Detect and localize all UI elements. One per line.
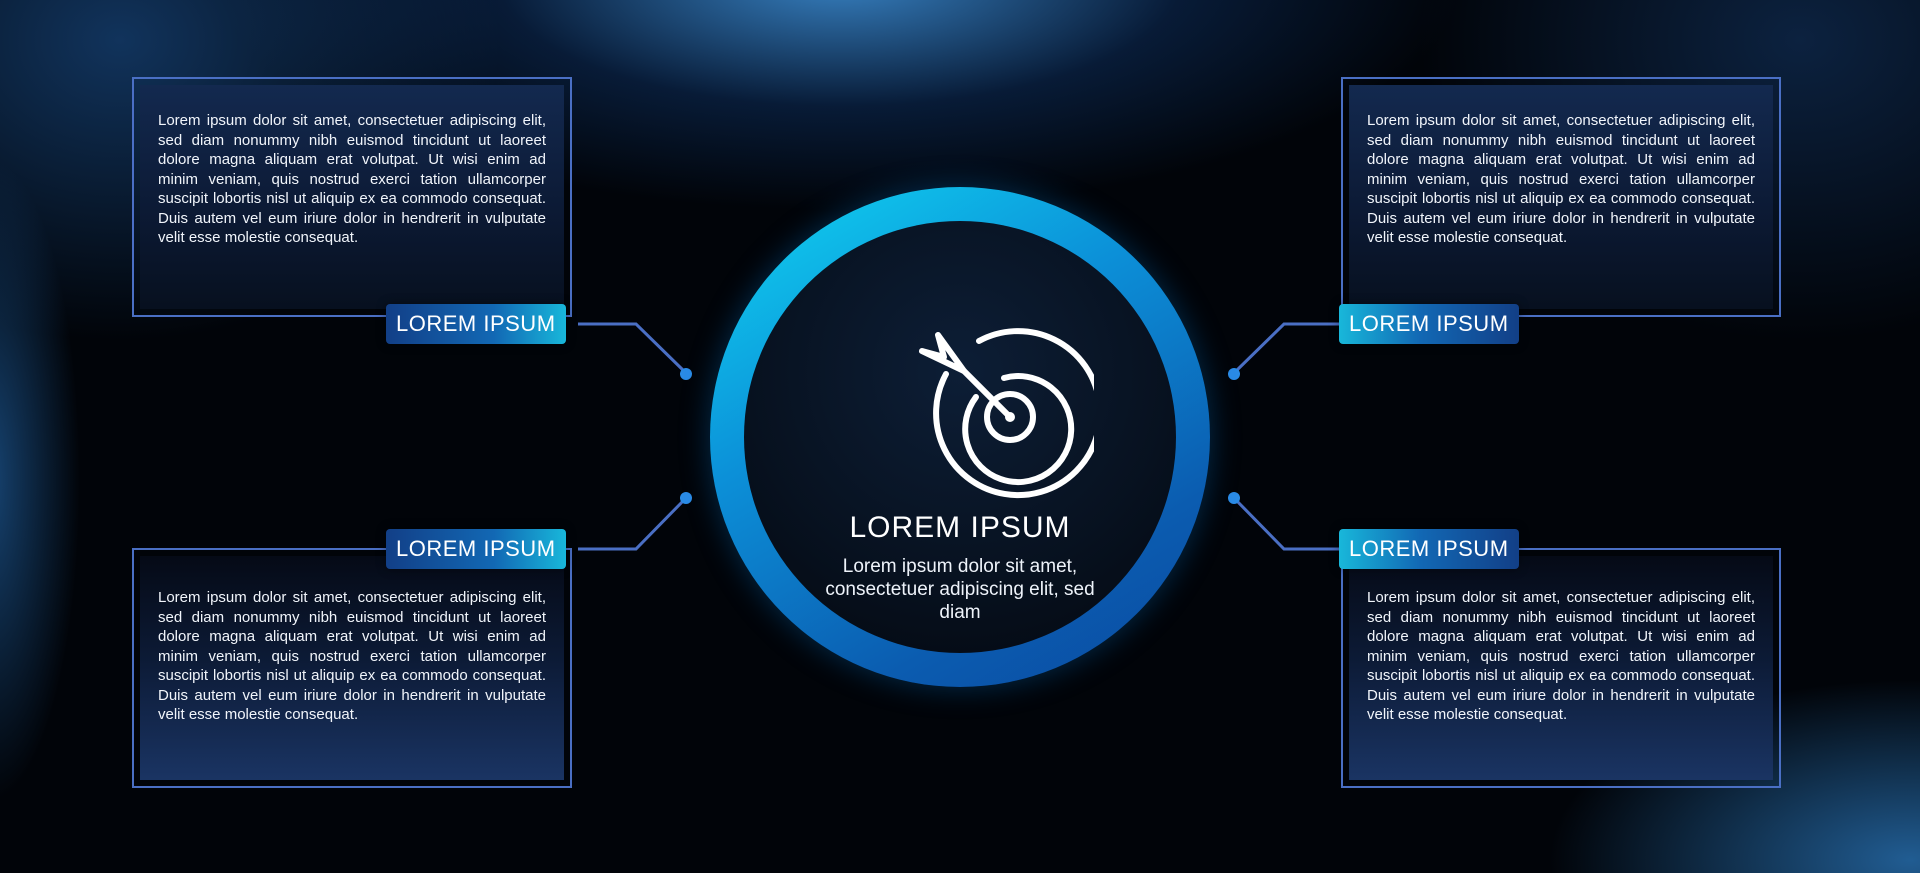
center-title: LOREM IPSUM [849,511,1071,544]
target-arrow-icon [919,328,1094,499]
text-box-top-right: Lorem ipsum dolor sit amet, consectetuer… [1341,77,1781,317]
text-box-body: Lorem ipsum dolor sit amet, consectetuer… [158,589,546,723]
label-tag-bottom-right: LOREM IPSUM [1339,529,1519,569]
label-tag-bottom-left: LOREM IPSUM [386,529,566,569]
center-description: Lorem ipsum dolor sit amet, consectetuer… [825,556,1095,623]
center-ring: LOREM IPSUM Lorem ipsum dolor sit amet, … [710,187,1210,687]
connector-bottom-right [1232,496,1342,551]
connector-dot-bottom-right [1228,492,1240,504]
connector-top-right [1232,322,1342,375]
text-box-body: Lorem ipsum dolor sit amet, consectetuer… [1367,112,1755,246]
text-box-body: Lorem ipsum dolor sit amet, consectetuer… [158,112,546,246]
connector-dot-bottom-left [680,492,692,504]
text-box-bottom-right: Lorem ipsum dolor sit amet, consectetuer… [1341,548,1781,788]
connector-dot-top-left [680,368,692,380]
text-box-bottom-left: Lorem ipsum dolor sit amet, consectetuer… [132,548,572,788]
text-box-top-left: Lorem ipsum dolor sit amet, consectetuer… [132,77,572,317]
text-box-body: Lorem ipsum dolor sit amet, consectetuer… [1367,589,1755,723]
connector-top-left [578,322,688,375]
connector-bottom-left [578,496,688,551]
connector-dot-top-right [1228,368,1240,380]
label-tag-top-left: LOREM IPSUM [386,304,566,344]
center-disc: LOREM IPSUM Lorem ipsum dolor sit amet, … [744,221,1176,653]
label-tag-top-right: LOREM IPSUM [1339,304,1519,344]
